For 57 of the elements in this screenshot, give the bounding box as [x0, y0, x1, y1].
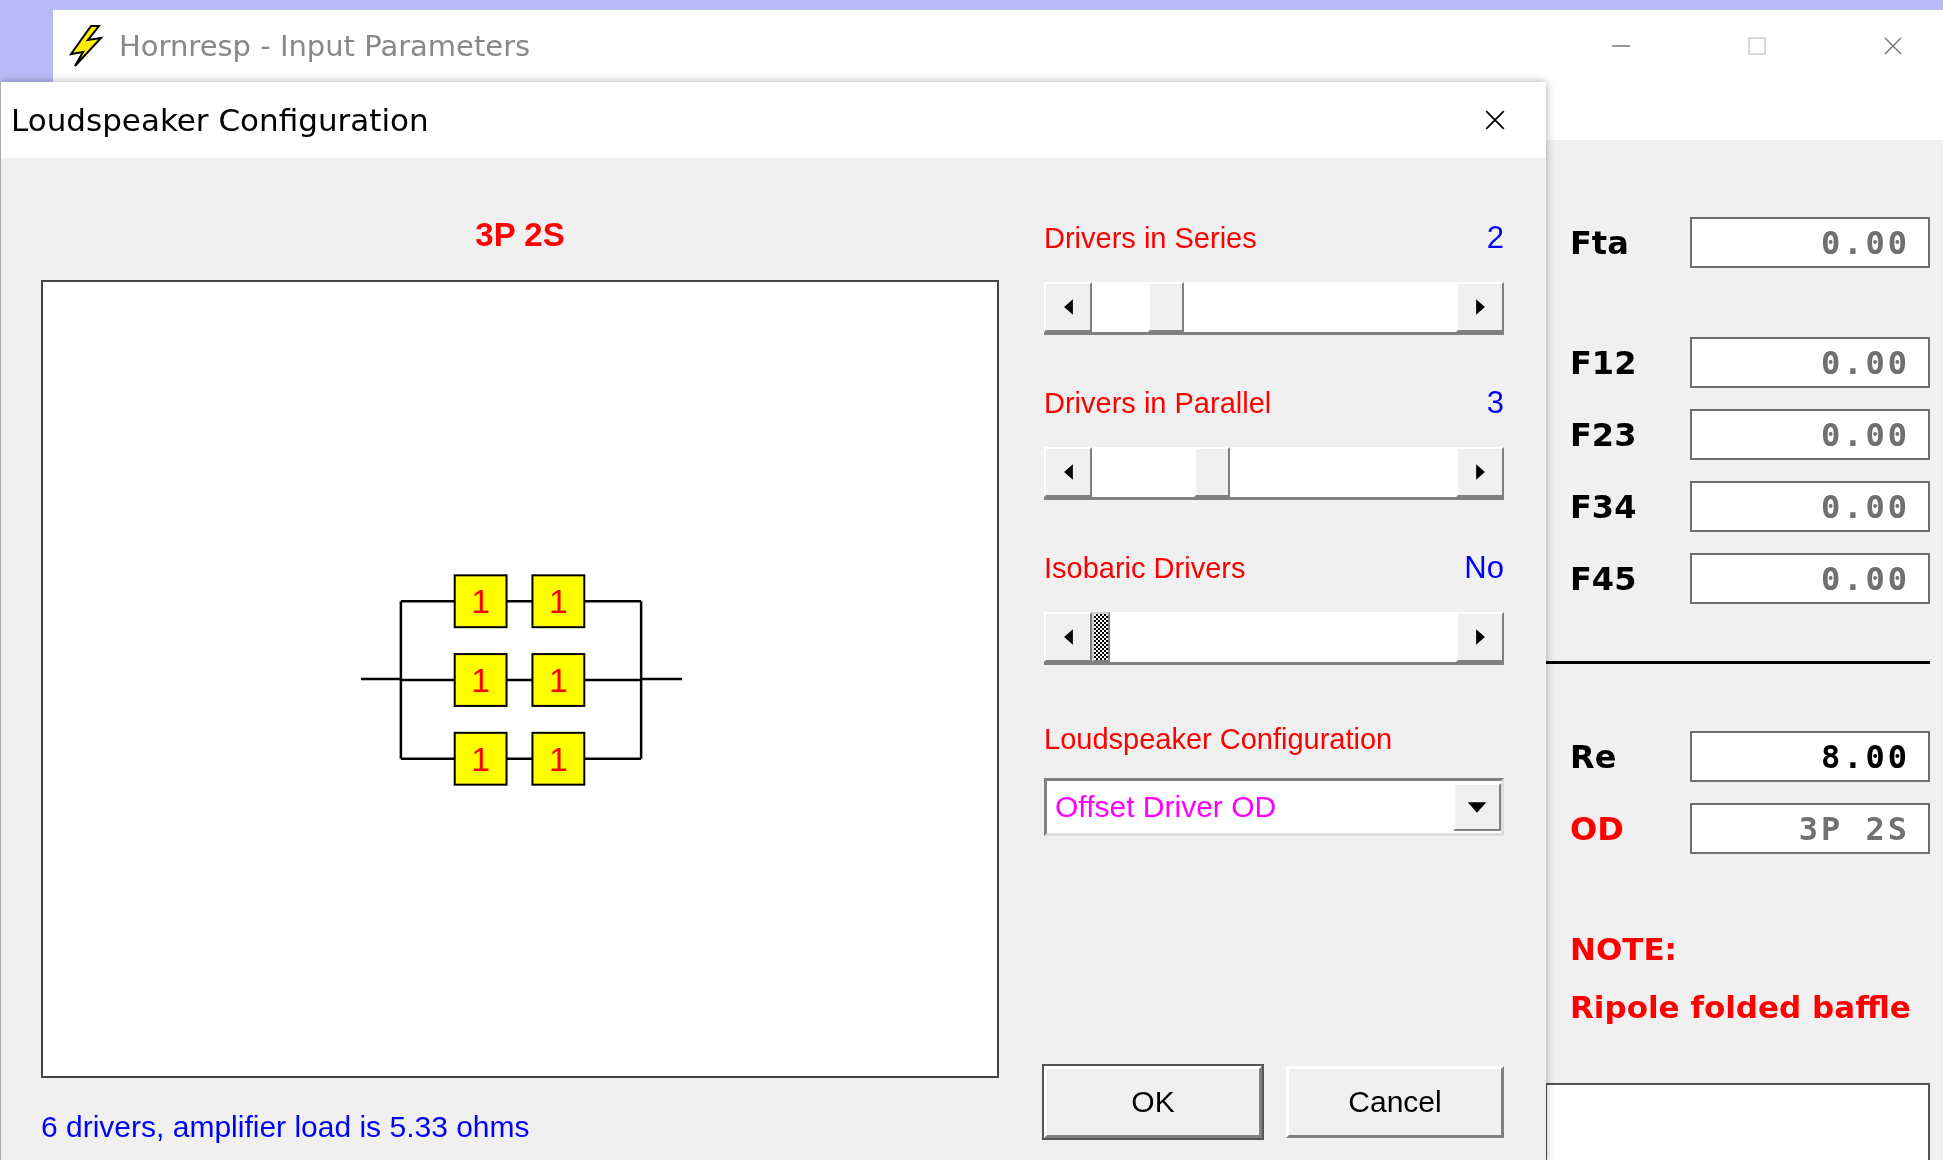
slider-reading: No: [1464, 550, 1504, 586]
slider-label: Drivers in Series: [1044, 221, 1257, 255]
wire: [584, 600, 642, 603]
scroll-right-button[interactable]: [1456, 612, 1504, 662]
left-arrow-icon: [1062, 464, 1074, 480]
wire: [506, 678, 533, 682]
field-label: Fta: [1569, 223, 1630, 262]
slider-reading: 2: [1486, 220, 1504, 256]
field-label: F45: [1569, 559, 1638, 598]
wire: [506, 757, 533, 760]
driver-box: 1: [453, 574, 508, 629]
window-title: Hornresp - Input Parameters: [119, 29, 531, 63]
left-arrow-icon: [1062, 299, 1074, 315]
value-field[interactable]: 0.00: [1690, 553, 1930, 604]
config-dropdown[interactable]: Offset Driver OD: [1044, 778, 1504, 836]
note-heading: NOTE:: [1569, 931, 1679, 967]
field-label: F23: [1569, 415, 1638, 454]
slider-reading: 3: [1486, 385, 1504, 421]
scroll-left-button[interactable]: [1044, 612, 1092, 662]
driver-box: 1: [531, 574, 586, 629]
driver-box: 1: [453, 731, 508, 786]
wire: [506, 600, 533, 603]
field-label: F12: [1569, 343, 1638, 382]
right-arrow-icon: [1474, 629, 1486, 645]
scroll-left-button[interactable]: [1044, 282, 1092, 332]
close-icon[interactable]: [1484, 109, 1506, 131]
slider-label: Isobaric Drivers: [1044, 551, 1246, 585]
cancel-button[interactable]: Cancel: [1286, 1066, 1504, 1138]
value-field[interactable]: 0.00: [1690, 481, 1930, 532]
right-arrow-icon: [1474, 464, 1486, 480]
value-field[interactable]: 0.00: [1690, 217, 1930, 268]
scroll-left-button[interactable]: [1044, 447, 1092, 497]
value-field[interactable]: 8.00: [1690, 731, 1930, 782]
driver-box: 1: [453, 653, 508, 707]
wire: [584, 757, 642, 760]
slider-label: Drivers in Parallel: [1044, 386, 1272, 420]
field-label: OD: [1569, 809, 1625, 848]
right-arrow-icon: [1474, 299, 1486, 315]
value-field[interactable]: 3P 2S: [1690, 803, 1930, 854]
scroll-right-button[interactable]: [1456, 447, 1504, 497]
left-arrow-icon: [1062, 629, 1074, 645]
value-field[interactable]: 0.00: [1690, 409, 1930, 460]
field-label: F34: [1569, 487, 1638, 526]
diagram-title: 3P 2S: [474, 216, 566, 255]
driver-box: 1: [531, 731, 586, 786]
wire: [400, 600, 455, 603]
status-text: 6 drivers, amplifier load is 5.33 ohms: [41, 1110, 531, 1144]
ok-button[interactable]: OK: [1044, 1066, 1262, 1138]
driver-box: 1: [531, 653, 586, 707]
scroll-right-button[interactable]: [1456, 282, 1504, 332]
note-text: Ripole folded baffle: [1569, 989, 1912, 1025]
config-label: Loudspeaker Configuration: [1044, 723, 1394, 756]
dialog-title: Loudspeaker Configuration: [11, 102, 429, 138]
value-field[interactable]: 0.00: [1690, 337, 1930, 388]
field-label: Re: [1569, 737, 1618, 776]
slider-thumb[interactable]: [1092, 612, 1110, 662]
wire: [400, 757, 455, 760]
